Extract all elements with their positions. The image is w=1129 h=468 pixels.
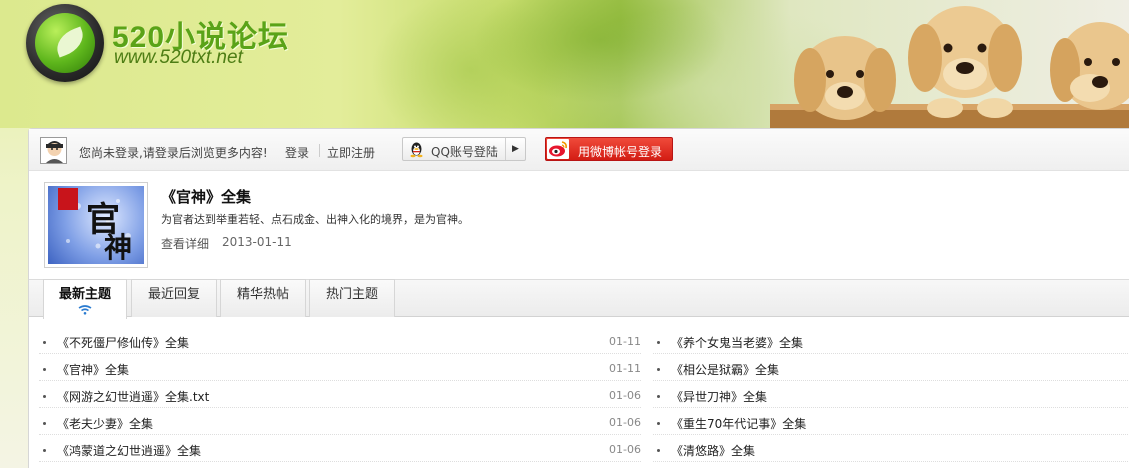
site-url: www.520txt.net [114,47,243,68]
list-item: 《异世刀神》全集 [653,381,1129,408]
bullet-icon [43,368,46,371]
list-item: 《不死僵尸修仙传》全集 01-11 [39,327,641,354]
cover-char: 神 [104,231,133,264]
tab-bar: 最新主题 最近回复 精华热帖 热门主题 [29,279,1129,319]
qq-login-label: QQ账号登陆 [431,145,498,159]
thread-date: 01-11 [609,335,641,348]
tab-label: 最新主题 [58,287,111,302]
chevron-right-icon[interactable]: ▶ [505,138,525,160]
thread-title-link[interactable]: 《相公是狱霸》全集 [671,361,779,378]
weibo-icon [547,139,569,159]
thread-title-link[interactable]: 《异世刀神》全集 [671,388,767,405]
thread-title-link[interactable]: 《鸿蒙道之幻世逍遥》全集 [57,442,201,459]
tab-latest-topics[interactable]: 最新主题 [43,279,127,319]
thread-title-link[interactable]: 《官神》全集 [57,361,129,378]
list-item: 《养个女鬼当老婆》全集 [653,327,1129,354]
site-logo-icon[interactable] [26,4,104,82]
main-panel: 您尚未登录,请登录后浏览更多内容! 登录 立即注册 QQ账号登陆 ▶ 用微博帐号… [28,128,1129,468]
thread-title-link[interactable]: 《老夫少妻》全集 [57,415,153,432]
bullet-icon [657,368,660,371]
thread-title-link[interactable]: 《不死僵尸修仙传》全集 [57,334,189,351]
thread-date: 01-11 [609,362,641,375]
puppies-banner-image [770,6,1129,128]
thread-date: 01-06 [609,416,641,429]
thread-date: 01-06 [609,389,641,402]
tab-recent-replies[interactable]: 最近回复 [131,279,217,317]
bullet-icon [657,449,660,452]
bullet-icon [43,449,46,452]
forum-date: 2013-01-11 [222,235,292,249]
thread-list-left: 《不死僵尸修仙传》全集 01-11 《官神》全集 01-11 《网游之幻世逍遥》… [39,327,641,462]
thread-title-link[interactable]: 《重生70年代记事》全集 [671,415,806,432]
thread-title-link[interactable]: 《网游之幻世逍遥》全集.txt [57,388,209,405]
divider [319,144,320,157]
bullet-icon [657,422,660,425]
forum-description: 为官者达到举重若轻、点石成金、出神入化的境界，是为官神。 [161,213,469,226]
tab-label: 热门主题 [325,287,378,302]
thread-date: 01-06 [609,443,641,456]
tab-label: 最近回复 [147,287,200,302]
bullet-icon [43,341,46,344]
login-bar: 您尚未登录,请登录后浏览更多内容! 登录 立即注册 QQ账号登陆 ▶ 用微博帐号… [29,129,1129,171]
tab-hot-topics[interactable]: 热门主题 [309,279,395,317]
thread-title-link[interactable]: 《养个女鬼当老婆》全集 [671,334,803,351]
thread-list-right: 《养个女鬼当老婆》全集 《相公是狱霸》全集 《异世刀神》全集 《重生70年代记事… [653,327,1129,462]
list-item: 《老夫少妻》全集 01-06 [39,408,641,435]
view-detail-link[interactable]: 查看详细 [161,235,209,252]
list-item: 《鸿蒙道之幻世逍遥》全集 01-06 [39,435,641,462]
qq-login-button[interactable]: QQ账号登陆 ▶ [402,137,526,161]
tab-label: 精华热帖 [236,287,289,302]
list-item: 《清悠路》全集 [653,435,1129,462]
forum-cover-image[interactable]: 官 神 [44,182,148,268]
weibo-login-button[interactable]: 用微博帐号登录 [545,137,673,161]
thread-title-link[interactable]: 《清悠路》全集 [671,442,755,459]
tab-featured-posts[interactable]: 精华热帖 [220,279,306,317]
list-item: 《官神》全集 01-11 [39,354,641,381]
login-link[interactable]: 登录 [285,144,309,161]
list-item: 《网游之幻世逍遥》全集.txt 01-06 [39,381,641,408]
qq-penguin-icon [410,142,423,158]
bullet-icon [657,341,660,344]
list-item: 《相公是狱霸》全集 [653,354,1129,381]
login-prompt-text: 您尚未登录,请登录后浏览更多内容! [79,146,268,160]
header-banner: 520小说论坛 www.520txt.net [0,0,1129,128]
weibo-login-label: 用微博帐号登录 [578,145,663,159]
list-item: 《重生70年代记事》全集 [653,408,1129,435]
bullet-icon [43,395,46,398]
bullet-icon [657,395,660,398]
forum-title[interactable]: 《官神》全集 [161,186,251,207]
bullet-icon [43,422,46,425]
avatar [40,137,67,164]
signal-icon [78,305,92,315]
register-link[interactable]: 立即注册 [327,144,375,161]
cover-badge [58,188,78,210]
user-avatar-icon [41,138,66,163]
